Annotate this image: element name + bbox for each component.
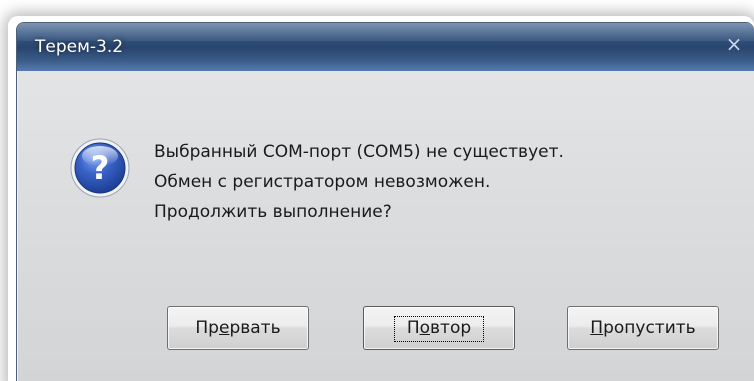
skip-button[interactable]: Пропустить xyxy=(567,306,719,350)
svg-text:?: ? xyxy=(91,149,110,187)
message-line-3: Продолжить выполнение? xyxy=(154,202,392,222)
message-line-2: Обмен с регистратором невозможен. xyxy=(154,172,491,192)
dialog-message: Выбранный COM-порт (COM5) не существует.… xyxy=(154,137,564,227)
screen: Терем-3.2 × ? Выбранный COM-порт (COM5) … xyxy=(0,0,754,381)
message-line-1: Выбранный COM-порт (COM5) не существует. xyxy=(154,142,564,162)
abort-button-label: Прервать xyxy=(195,318,281,338)
title-bar[interactable]: Терем-3.2 × xyxy=(17,23,754,72)
dialog-window: Терем-3.2 × ? Выбранный COM-порт (COM5) … xyxy=(16,22,754,381)
retry-button-label: Повтор xyxy=(406,318,472,338)
retry-button[interactable]: Повтор xyxy=(363,306,515,350)
close-icon[interactable]: × xyxy=(724,33,744,55)
window-title: Терем-3.2 xyxy=(35,37,124,57)
question-icon: ? xyxy=(70,138,130,198)
skip-button-label: Пропустить xyxy=(590,318,696,338)
abort-button[interactable]: Прервать xyxy=(167,306,309,350)
